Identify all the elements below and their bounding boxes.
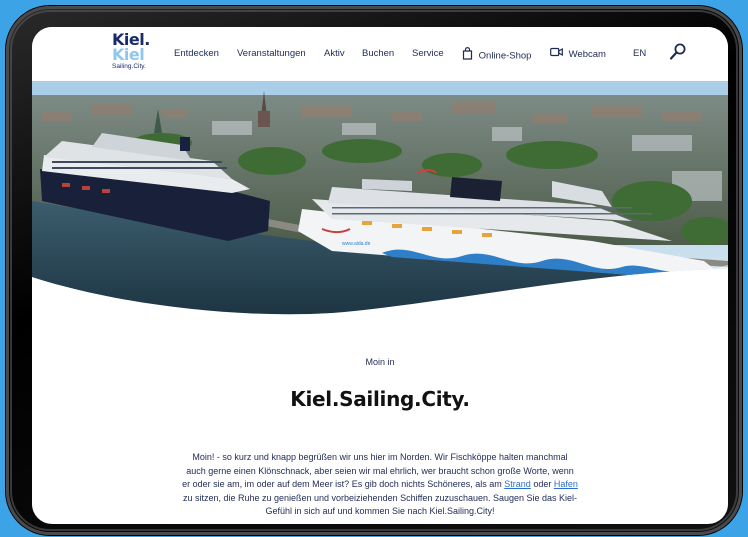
camera-icon (550, 47, 563, 62)
nav-label: Buchen (362, 48, 395, 59)
link-strand[interactable]: Strand (504, 479, 531, 489)
nav-item-online-shop[interactable]: Online-Shop (462, 47, 531, 65)
intro-text-3: zu sitzen, die Ruhe zu genießen und vorb… (182, 492, 578, 517)
link-hafen[interactable]: Hafen (554, 479, 578, 489)
nav-label: Aktiv (324, 48, 345, 59)
logo-tagline: Sailing.City. (112, 63, 146, 70)
ship-hull-text: www.aida.de (342, 241, 371, 247)
nav-item-entdecken[interactable]: Entdecken (174, 47, 219, 61)
search-button[interactable] (669, 42, 687, 62)
shopping-bag-icon (462, 47, 473, 65)
search-icon (669, 43, 687, 66)
language-switch[interactable]: EN (633, 47, 646, 61)
nav-label: Veranstaltungen (237, 48, 306, 59)
nav-item-veranstaltungen[interactable]: Veranstaltungen (237, 47, 306, 61)
intro-text-2: oder (530, 479, 554, 490)
device-frame: Kiel. Kiel Sailing.City. Entdecken Veran… (6, 6, 742, 535)
nav-label: Service (412, 48, 444, 59)
nav-label: EN (633, 48, 647, 59)
nav-item-service[interactable]: Service (412, 47, 444, 61)
nav-label: Webcam (568, 49, 606, 61)
section-kicker: Moin in (365, 357, 395, 367)
kiel-logo[interactable]: Kiel. Kiel Sailing.City. (112, 32, 152, 76)
hero-image: www.aida.de (32, 81, 728, 317)
nav-label: Entdecken (174, 48, 219, 59)
intro-paragraph: Moin! - so kurz und knapp begrüßen wir u… (182, 451, 578, 519)
nav-item-webcam[interactable]: Webcam (550, 47, 606, 62)
site-header: Kiel. Kiel Sailing.City. Entdecken Veran… (32, 27, 728, 81)
browser-screen: Kiel. Kiel Sailing.City. Entdecken Veran… (32, 27, 728, 524)
nav-item-buchen[interactable]: Buchen (362, 47, 394, 61)
logo-line2: Kiel (112, 45, 145, 64)
nav-item-aktiv[interactable]: Aktiv (324, 47, 345, 61)
nav-label: Online-Shop (478, 50, 532, 62)
page-title: Kiel.Sailing.City. (290, 387, 470, 411)
